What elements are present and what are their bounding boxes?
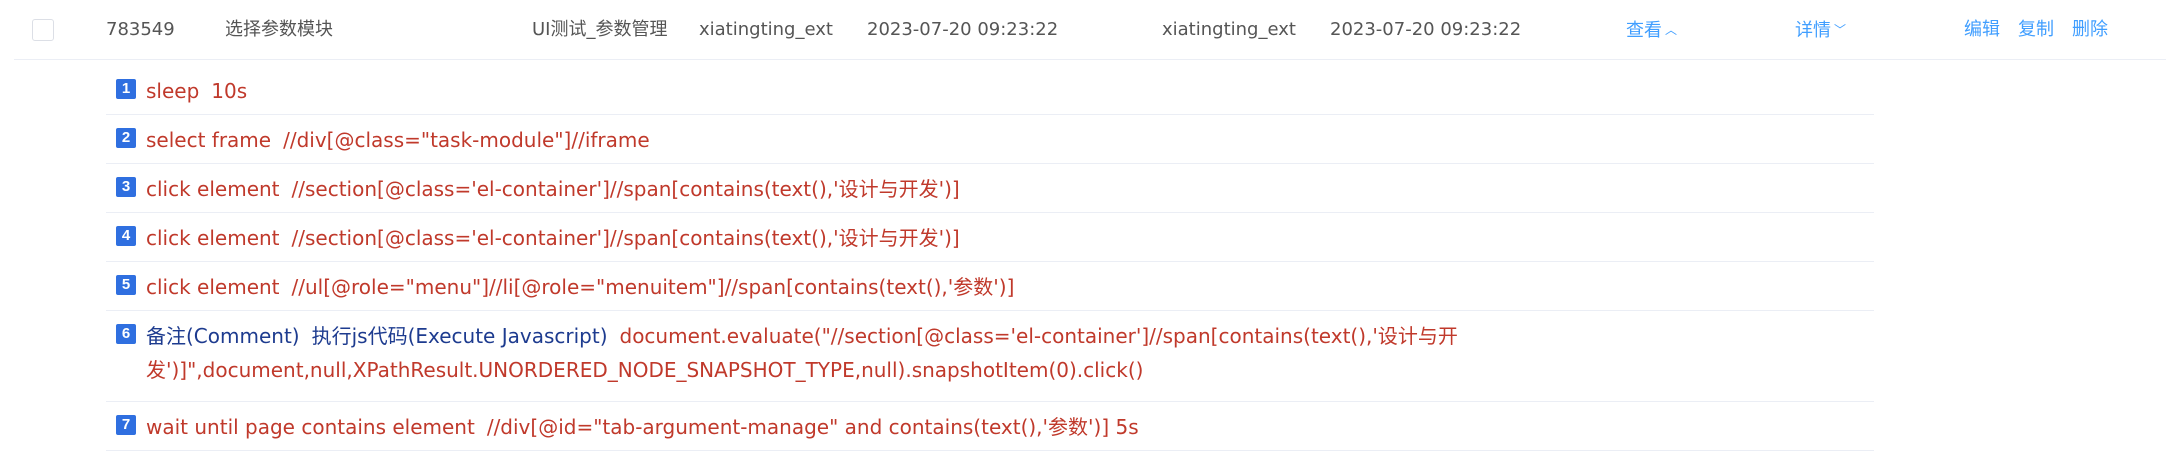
step-keyword: wait until page contains element xyxy=(146,415,475,439)
created-at: 2023-07-20 09:23:22 xyxy=(867,19,1059,40)
delete-button[interactable]: 删除 xyxy=(2072,17,2108,43)
step-number-badge: 2 xyxy=(116,128,136,148)
updated-at: 2023-07-20 09:23:22 xyxy=(1330,19,1522,40)
chevron-up-icon: ︿ xyxy=(1665,23,1678,37)
step-number-badge: 7 xyxy=(116,415,136,435)
step-number-badge: 1 xyxy=(116,79,136,99)
view-label: 查看 xyxy=(1626,20,1662,41)
table-row[interactable]: 783549 选择参数模块 UI测试_参数管理 xiatingting_ext … xyxy=(14,0,2166,60)
step-number-badge: 4 xyxy=(116,226,136,246)
step-keyword: click element xyxy=(146,275,280,299)
detail-label: 详情 xyxy=(1795,20,1831,41)
edit-button[interactable]: 编辑 xyxy=(1964,17,2000,43)
creator: xiatingting_ext xyxy=(699,19,833,40)
step-list: 1 sleep 10s 2 select frame //div[@class="t… xyxy=(106,66,1874,451)
step-item: 7 wait until page contains element //div[… xyxy=(106,402,1874,451)
step-keyword: click element xyxy=(146,177,280,201)
step-number-badge: 6 xyxy=(116,324,136,344)
step-args: //section[@class='el-container']//span[c… xyxy=(291,226,960,250)
step-number-badge: 3 xyxy=(116,177,136,197)
view-toggle-button[interactable]: 查看 ︿ xyxy=(1626,17,1677,44)
step-number-badge: 5 xyxy=(116,275,136,295)
step-args: //div[@class="task-module"]//iframe xyxy=(283,128,650,152)
step-args: //ul[@role="menu"]//li[@role="menuitem"]… xyxy=(291,275,1015,299)
step-item: 2 select frame //div[@class="task-module"… xyxy=(106,115,1874,164)
case-name: 选择参数模块 xyxy=(225,19,333,40)
step-keyword: 备注(Comment) xyxy=(146,324,300,348)
step-item: 5 click element //ul[@role="menu"]//li[@r… xyxy=(106,262,1874,311)
step-args-continued: 发')]",document,null,XPathResult.UNORDERE… xyxy=(146,358,1144,382)
chevron-down-icon: ﹀ xyxy=(1834,23,1847,37)
step-args: document.evaluate("//section[@class='el-… xyxy=(619,324,1458,348)
step-keyword: select frame xyxy=(146,128,272,152)
row-checkbox[interactable] xyxy=(32,19,54,41)
detail-dropdown-button[interactable]: 详情 ﹀ xyxy=(1795,17,1846,44)
step-item: 4 click element //section[@class='el-cont… xyxy=(106,213,1874,262)
copy-button[interactable]: 复制 xyxy=(2018,17,2054,43)
updater: xiatingting_ext xyxy=(1162,19,1296,40)
step-item: 1 sleep 10s xyxy=(106,66,1874,115)
step-args: //section[@class='el-container']//span[c… xyxy=(291,177,960,201)
case-module: UI测试_参数管理 xyxy=(532,19,668,40)
step-keyword: click element xyxy=(146,226,280,250)
step-keyword-secondary: 执行js代码(Execute Javascript) xyxy=(311,324,608,348)
case-id: 783549 xyxy=(106,19,175,40)
step-args: 10s xyxy=(211,79,248,103)
step-item: 6 备注(Comment) 执行js代码(Execute Javascript) d… xyxy=(106,311,1874,402)
step-keyword: sleep xyxy=(146,79,200,103)
step-item: 3 click element //section[@class='el-cont… xyxy=(106,164,1874,213)
step-args: //div[@id="tab-argument-manage" and cont… xyxy=(486,415,1139,439)
